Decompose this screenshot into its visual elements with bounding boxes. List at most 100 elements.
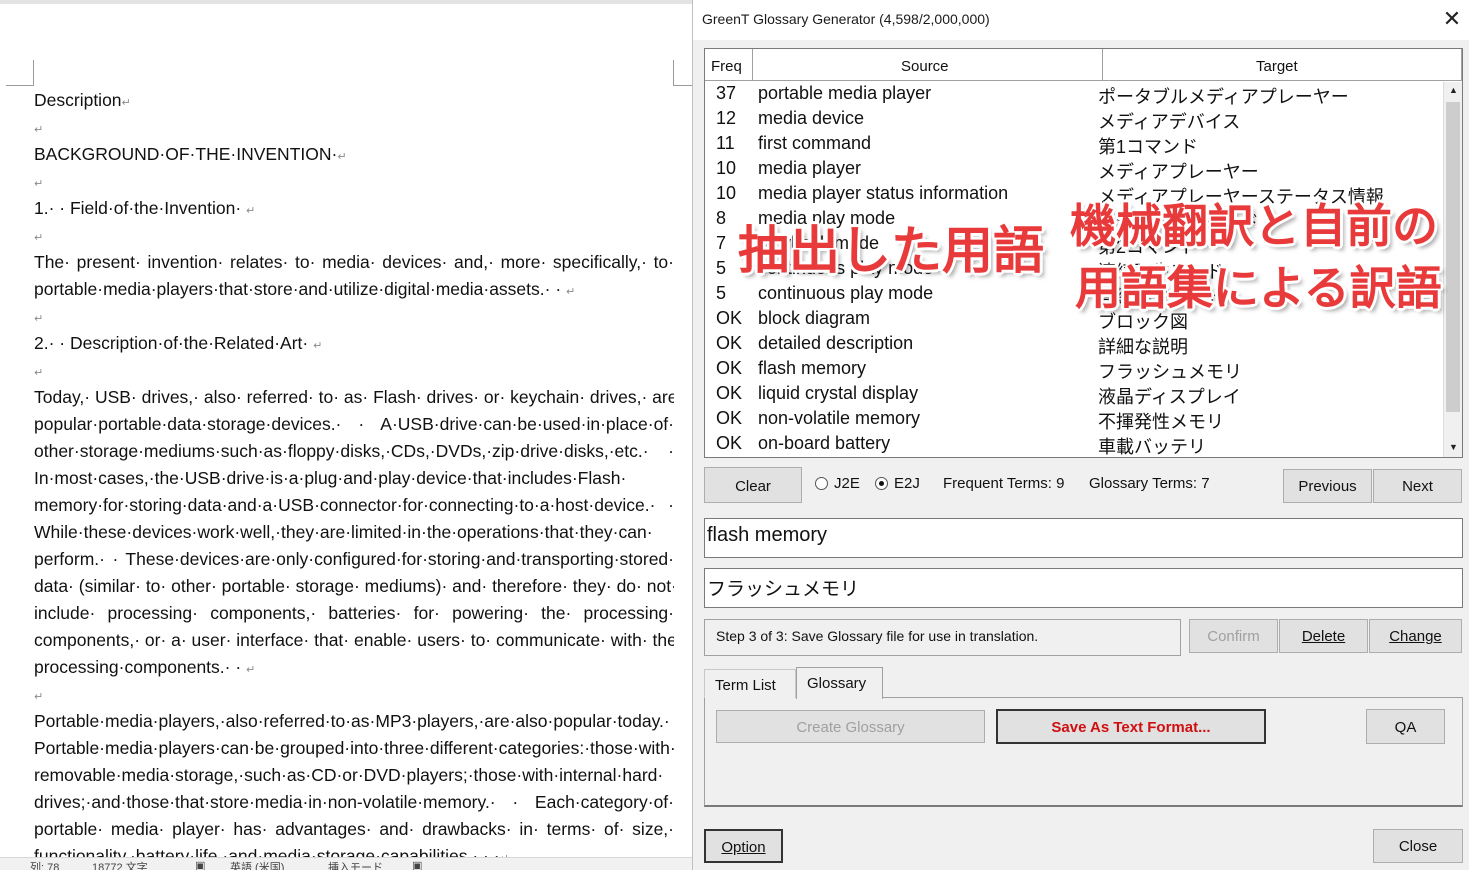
scroll-up-icon[interactable]: ▲ xyxy=(1449,85,1458,95)
row-freq: OK xyxy=(716,358,743,378)
paragraph-mark-icon: ↵ xyxy=(121,97,131,109)
term-row[interactable]: 11 first command 第1コマンド xyxy=(705,132,1443,157)
target-term-field[interactable]: フラッシュメモリ xyxy=(704,568,1463,608)
document-line-text: components,· or· a· user· interface· tha… xyxy=(34,630,674,650)
overlay-translation-line1: 機械翻訳と自前の xyxy=(1070,199,1438,253)
row-source: on-board battery xyxy=(758,433,891,453)
scroll-thumb[interactable] xyxy=(1446,102,1460,412)
document-line-text: data· (similar· to· other· portable· sto… xyxy=(34,576,674,596)
status-language[interactable]: 英語 (米国) xyxy=(230,859,284,870)
document-line-text: The· present· invention· relates· to· me… xyxy=(34,252,674,272)
row-target: 詳細な説明 xyxy=(1098,337,1188,357)
document-line: removable·media·storage,·such·as·CD·or·D… xyxy=(34,762,674,789)
document-line-text: perform.· · These·devices·are·only·confi… xyxy=(34,549,674,569)
row-freq: 11 xyxy=(716,133,735,153)
document-line: 2.· · Description·of·the·Related·Art· ↵ xyxy=(34,330,674,357)
document-line: ↵ xyxy=(34,222,674,249)
term-row[interactable]: OK detailed description 詳細な説明 xyxy=(705,332,1443,357)
term-row[interactable]: OK on-board battery 車載バッテリ xyxy=(705,432,1443,457)
document-line: ↵ xyxy=(34,303,674,330)
document-line-text: 1.· · Field·of·the·Invention· xyxy=(34,198,247,218)
document-line-text: drives;·and·those·that·store·media·in·no… xyxy=(34,792,674,812)
status-input-mode[interactable]: 挿入モード xyxy=(328,859,383,870)
tab-term-list[interactable]: Term List xyxy=(704,669,796,698)
next-button[interactable]: Next xyxy=(1373,469,1462,503)
overlay-extracted-terms: 抽出した用語 xyxy=(738,222,1045,281)
document-line: popular·portable·data·storage·devices.· … xyxy=(34,411,674,438)
row-target: メディアプレーヤー xyxy=(1098,162,1259,182)
crop-mark-top-right xyxy=(673,60,692,86)
source-term-field[interactable]: flash memory xyxy=(704,518,1463,558)
paragraph-mark-icon: ↵ xyxy=(34,124,44,136)
row-source: detailed description xyxy=(758,333,914,353)
document-line: ↵ xyxy=(34,114,674,141)
radio-j2e[interactable] xyxy=(815,477,828,490)
row-source: media player status information xyxy=(758,183,1009,203)
qa-button[interactable]: QA xyxy=(1366,709,1445,744)
row-target: 第1コマンド xyxy=(1098,137,1199,157)
vertical-scrollbar[interactable]: ▲ ▼ xyxy=(1443,82,1462,457)
document-line: perform.· · These·devices·are·only·confi… xyxy=(34,546,674,573)
radio-e2j[interactable] xyxy=(875,477,888,490)
document-line: 1.· · Field·of·the·Invention· ↵ xyxy=(34,195,674,222)
document-line: Description↵ xyxy=(34,87,674,114)
document-line: memory·for·storing·data·and·a·USB·connec… xyxy=(34,492,674,519)
row-freq: 5 xyxy=(716,258,727,278)
paragraph-mark-icon: ↵ xyxy=(34,313,44,325)
title-bar: GreenT Glossary Generator (4,598/2,000,0… xyxy=(693,0,1469,40)
overlay-translation-line2: 用語集による訳語 xyxy=(1075,261,1442,315)
document-line-text: removable·media·storage,·such·as·CD·or·D… xyxy=(34,765,664,785)
glossary-terms-count: Glossary Terms: 7 xyxy=(1089,475,1210,492)
term-row[interactable]: 10 media player メディアプレーヤー xyxy=(705,157,1443,182)
document-body[interactable]: Description↵ ↵ BACKGROUND·OF·THE·INVENTION… xyxy=(34,87,674,870)
confirm-button[interactable]: Confirm xyxy=(1189,619,1278,653)
term-row[interactable]: OK liquid crystal display 液晶ディスプレイ xyxy=(705,382,1443,407)
column-header-target[interactable]: Target xyxy=(1103,49,1462,81)
paragraph-mark-icon: ↵ xyxy=(34,178,44,190)
create-glossary-button[interactable]: Create Glossary xyxy=(716,710,985,743)
close-icon[interactable]: ✕ xyxy=(1440,7,1464,31)
row-target: フラッシュメモリ xyxy=(1098,362,1242,382)
close-button[interactable]: Close xyxy=(1373,829,1463,863)
column-header-source[interactable]: Source xyxy=(753,49,1103,81)
document-pane[interactable]: Description↵ ↵ BACKGROUND·OF·THE·INVENTION… xyxy=(0,0,692,870)
save-as-text-button[interactable]: Save As Text Format... xyxy=(996,709,1266,744)
row-target: 液晶ディスプレイ xyxy=(1098,387,1241,407)
column-header-freq[interactable]: Freq xyxy=(705,49,753,81)
clear-button[interactable]: Clear xyxy=(704,467,802,503)
frequent-terms-count: Frequent Terms: 9 xyxy=(943,475,1065,492)
document-line: data· (similar· to· other· portable· sto… xyxy=(34,573,674,600)
row-source: liquid crystal display xyxy=(758,383,919,403)
document-line: BACKGROUND·OF·THE·INVENTION·↵ xyxy=(34,141,674,168)
previous-button[interactable]: Previous xyxy=(1283,469,1372,503)
row-freq: OK xyxy=(716,383,743,403)
radio-e2j-label[interactable]: E2J xyxy=(894,475,920,492)
document-line: ↵ xyxy=(34,681,674,708)
row-source: flash memory xyxy=(758,358,867,378)
row-freq: OK xyxy=(716,333,743,353)
term-row[interactable]: OK non-volatile memory 不揮発性メモリ xyxy=(705,407,1443,432)
delete-button[interactable]: Delete xyxy=(1279,619,1368,653)
paragraph-mark-icon: ↵ xyxy=(34,691,44,703)
change-button[interactable]: Change xyxy=(1369,619,1462,653)
radio-j2e-label[interactable]: J2E xyxy=(834,475,860,492)
tab-glossary[interactable]: Glossary xyxy=(796,667,883,699)
document-line: portable· media· player· has· advantages… xyxy=(34,816,674,843)
term-row[interactable]: 37 portable media player ポータブルメディアプレーヤー xyxy=(705,82,1443,107)
document-line: drives;·and·those·that·store·media·in·no… xyxy=(34,789,674,816)
row-source: media player xyxy=(758,158,862,178)
document-line-text: processing·components.· · xyxy=(34,657,247,677)
row-source: block diagram xyxy=(758,308,871,328)
word-status-bar: 列: 78 18772 文字 ▣ 英語 (米国) 挿入モード ▣ xyxy=(0,857,692,870)
document-line: ↵ xyxy=(34,168,674,195)
option-button[interactable]: Option xyxy=(704,829,783,863)
scroll-down-icon[interactable]: ▼ xyxy=(1449,442,1458,452)
row-source: first command xyxy=(758,133,872,153)
row-freq: 37 xyxy=(716,83,737,103)
row-freq: OK xyxy=(716,408,743,428)
row-freq: 7 xyxy=(716,233,727,253)
term-row[interactable]: 12 media device メディアデバイス xyxy=(705,107,1443,132)
term-row[interactable]: OK flash memory フラッシュメモリ xyxy=(705,357,1443,382)
row-target: ポータブルメディアプレーヤー xyxy=(1098,87,1349,107)
status-column: 列: 78 xyxy=(30,862,60,870)
